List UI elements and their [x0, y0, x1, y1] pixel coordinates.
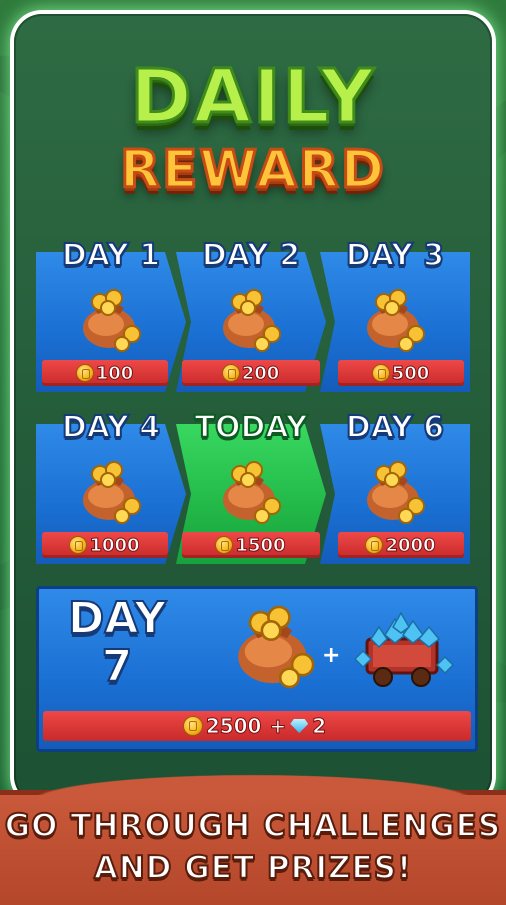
plus-sign: + [322, 643, 341, 668]
day7-coin-amount: 2500 [205, 714, 262, 739]
day-label: DAY 4 [61, 409, 161, 446]
reward-amount: 1500 [235, 534, 286, 556]
reward-amount: 200 [241, 362, 280, 384]
promo-tagline-line1: GO THROUGH CHALLENGES [4, 807, 502, 845]
coin-icon [183, 717, 202, 735]
day7-plus: + [269, 714, 287, 739]
coin-icon [222, 365, 239, 381]
coin-icon [76, 365, 93, 381]
reward-amount: 2000 [385, 534, 436, 556]
coin-bag-icon [223, 461, 281, 524]
day-label: DAY 2 [201, 237, 301, 274]
reward-amount-bar: 200 [182, 360, 320, 386]
coin-icon [366, 537, 383, 553]
day-label: TODAY [194, 409, 309, 446]
promo-tagline-line2: AND GET PRIZES! [93, 849, 413, 887]
day-label: DAY 1 [61, 237, 161, 274]
reward-amount-bar: 1500 [182, 532, 320, 558]
coin-bag-icon [83, 289, 141, 352]
reward-amount: 100 [95, 362, 134, 384]
reward-amount-bar: 500 [338, 360, 464, 386]
coin-icon [70, 537, 87, 553]
day-card-1[interactable]: DAY 1 100 [33, 237, 189, 395]
reward-amount-bar: 1000 [42, 532, 168, 558]
day-card-4[interactable]: DAY 4 1000 [33, 409, 189, 567]
reward-amount: 1000 [89, 534, 140, 556]
day-card-7[interactable]: DAY 7 + 2500 + 2 [36, 586, 478, 752]
reward-amount-bar: 2000 [338, 532, 464, 558]
day-label: DAY 3 [345, 237, 445, 274]
title-reward: REWARD [118, 139, 387, 202]
reward-amount: 500 [391, 362, 430, 384]
coin-icon [216, 537, 233, 553]
day7-reward-bar: 2500 + 2 [43, 711, 471, 741]
gem-icon [290, 719, 309, 733]
coin-bag-icon [367, 289, 425, 352]
coin-bag-icon [238, 605, 315, 689]
day-card-3[interactable]: DAY 3 500 [317, 237, 473, 395]
coin-bag-icon [223, 289, 281, 352]
coin-bag-icon [83, 461, 141, 524]
title-daily: DAILY [129, 53, 376, 142]
day7-gem-amount: 2 [312, 714, 327, 739]
gem-cart-icon [353, 611, 455, 687]
day7-label-line1: DAY [67, 593, 167, 644]
day-card-2[interactable]: DAY 2 200 [173, 237, 329, 395]
day-card-today[interactable]: TODAY 1500 [173, 409, 329, 567]
coin-bag-icon [367, 461, 425, 524]
coin-icon [372, 365, 389, 381]
day7-label: DAY 7 [57, 593, 177, 692]
day-card-6[interactable]: DAY 6 2000 [317, 409, 473, 567]
day-label: DAY 6 [345, 409, 445, 446]
day7-label-line2: 7 [101, 641, 134, 692]
reward-amount-bar: 100 [42, 360, 168, 386]
